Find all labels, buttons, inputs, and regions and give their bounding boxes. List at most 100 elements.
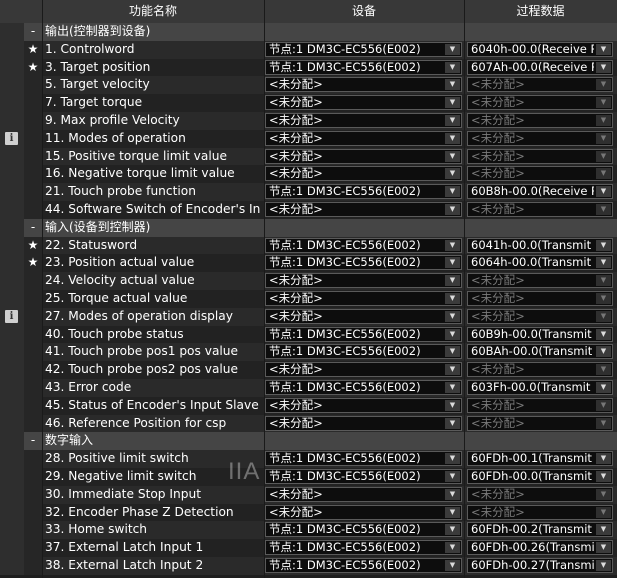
chevron-down-icon[interactable]: ▼: [596, 257, 611, 269]
process-data-select[interactable]: 60FDh-00.2(Transmit P ▼: [467, 522, 613, 538]
chevron-down-icon[interactable]: ▼: [445, 186, 460, 198]
mapping-row[interactable]: 40. Touch probe status 节点:1 DM3C-EC556(E0…: [0, 325, 617, 344]
chevron-down-icon[interactable]: ▼: [445, 204, 460, 215]
chevron-down-icon[interactable]: ▼: [596, 79, 611, 91]
chevron-down-icon[interactable]: ▼: [596, 186, 611, 198]
chevron-down-icon[interactable]: ▼: [445, 132, 460, 144]
chevron-down-icon[interactable]: ▼: [596, 293, 611, 304]
chevron-down-icon[interactable]: ▼: [445, 293, 460, 304]
device-select[interactable]: <未分配> ▼: [265, 397, 462, 413]
device-select[interactable]: <未分配> ▼: [265, 130, 462, 146]
device-select[interactable]: <未分配> ▼: [265, 148, 462, 164]
process-data-select[interactable]: 60FDh-00.26(Transmit ▼: [467, 540, 613, 556]
process-data-select[interactable]: <未分配> ▼: [467, 95, 613, 111]
mapping-row[interactable]: 21. Touch probe function 节点:1 DM3C-EC556(…: [0, 183, 617, 201]
device-select[interactable]: <未分配> ▼: [265, 77, 462, 93]
process-data-select[interactable]: <未分配> ▼: [467, 273, 613, 289]
chevron-down-icon[interactable]: ▼: [445, 168, 460, 180]
device-select[interactable]: <未分配> ▼: [265, 291, 462, 306]
chevron-down-icon[interactable]: ▼: [445, 417, 460, 429]
collapse-toggle-icon[interactable]: -: [24, 432, 42, 450]
group-header-row[interactable]: - 输入(设备到控制器): [0, 218, 617, 237]
device-select[interactable]: <未分配> ▼: [265, 504, 462, 520]
chevron-down-icon[interactable]: ▼: [596, 239, 611, 251]
device-select[interactable]: <未分配> ▼: [265, 166, 462, 182]
mapping-row[interactable]: 7. Target torque <未分配> ▼ <未分配> ▼: [0, 94, 617, 112]
device-select[interactable]: <未分配> ▼: [265, 486, 462, 502]
process-data-select[interactable]: <未分配> ▼: [467, 113, 613, 128]
chevron-down-icon[interactable]: ▼: [445, 453, 460, 465]
device-select[interactable]: 节点:1 DM3C-EC556(E002) ▼: [265, 451, 462, 467]
chevron-down-icon[interactable]: ▼: [596, 453, 611, 465]
mapping-row[interactable]: 9. Max profile Velocity <未分配> ▼ <未分配> ▼: [0, 112, 617, 130]
chevron-down-icon[interactable]: ▼: [596, 506, 611, 518]
chevron-down-icon[interactable]: ▼: [596, 417, 611, 429]
chevron-down-icon[interactable]: ▼: [596, 61, 611, 73]
device-select[interactable]: 节点:1 DM3C-EC556(E002) ▼: [265, 469, 462, 484]
mapping-row[interactable]: 24. Velocity actual value <未分配> ▼ <未分配> ▼: [0, 272, 617, 290]
process-data-select[interactable]: 60FDh-00.1(Transmit P ▼: [467, 451, 613, 467]
header-process-data[interactable]: 过程数据: [464, 0, 617, 23]
info-icon[interactable]: i: [5, 132, 18, 146]
mapping-row[interactable]: 37. External Latch Input 1 节点:1 DM3C-EC55…: [0, 539, 617, 557]
chevron-down-icon[interactable]: ▼: [596, 275, 611, 287]
chevron-down-icon[interactable]: ▼: [596, 346, 611, 358]
chevron-down-icon[interactable]: ▼: [445, 150, 460, 162]
collapse-toggle-icon[interactable]: -: [24, 23, 42, 41]
device-select[interactable]: 节点:1 DM3C-EC556(E002) ▼: [265, 558, 462, 573]
mapping-row[interactable]: 46. Reference Position for csp <未分配> ▼ <未分配…: [0, 414, 617, 433]
device-select[interactable]: 节点:1 DM3C-EC556(E002) ▼: [265, 326, 462, 342]
process-data-select[interactable]: <未分配> ▼: [467, 504, 613, 520]
device-select[interactable]: <未分配> ▼: [265, 415, 462, 431]
chevron-down-icon[interactable]: ▼: [596, 43, 611, 55]
chevron-down-icon[interactable]: ▼: [596, 560, 611, 571]
chevron-down-icon[interactable]: ▼: [445, 488, 460, 500]
mapping-row[interactable]: 43. Error code 节点:1 DM3C-EC556(E002) ▼ 603F…: [0, 379, 617, 397]
chevron-down-icon[interactable]: ▼: [445, 257, 460, 269]
chevron-down-icon[interactable]: ▼: [596, 488, 611, 500]
chevron-down-icon[interactable]: ▼: [445, 328, 460, 340]
group-header-row[interactable]: - 数字输入: [0, 432, 617, 451]
mapping-row[interactable]: ★ 1. Controlword 节点:1 DM3C-EC556(E002) ▼ 604…: [0, 40, 617, 59]
process-data-select[interactable]: 60FDh-00.0(Transmit P ▼: [467, 469, 613, 484]
chevron-down-icon[interactable]: ▼: [445, 275, 460, 287]
chevron-down-icon[interactable]: ▼: [596, 150, 611, 162]
device-select[interactable]: 节点:1 DM3C-EC556(E002) ▼: [265, 540, 462, 556]
process-data-select[interactable]: 6064h-00.0(Transmit P ▼: [467, 255, 613, 271]
process-data-select[interactable]: 60B9h-00.0(Transmit P ▼: [467, 326, 613, 342]
mapping-row[interactable]: 41. Touch probe pos1 pos value 节点:1 DM3C-…: [0, 343, 617, 362]
chevron-down-icon[interactable]: ▼: [445, 471, 460, 482]
process-data-select[interactable]: 60BAh-00.0(Transmit P ▼: [467, 344, 613, 360]
process-data-select[interactable]: <未分配> ▼: [467, 148, 613, 164]
process-data-select[interactable]: <未分配> ▼: [467, 130, 613, 146]
chevron-down-icon[interactable]: ▼: [445, 382, 460, 393]
device-select[interactable]: 节点:1 DM3C-EC556(E002) ▼: [265, 255, 462, 271]
process-data-select[interactable]: <未分配> ▼: [467, 77, 613, 93]
chevron-down-icon[interactable]: ▼: [596, 471, 611, 482]
process-data-select[interactable]: 6041h-00.0(Transmit P ▼: [467, 237, 613, 253]
chevron-down-icon[interactable]: ▼: [445, 506, 460, 518]
mapping-row[interactable]: 16. Negative torque limit value <未分配> ▼ <未分…: [0, 165, 617, 184]
chevron-down-icon[interactable]: ▼: [445, 79, 460, 91]
device-select[interactable]: <未分配> ▼: [265, 273, 462, 289]
chevron-down-icon[interactable]: ▼: [445, 43, 460, 55]
process-data-select[interactable]: <未分配> ▼: [467, 166, 613, 182]
process-data-select[interactable]: <未分配> ▼: [467, 362, 613, 378]
info-icon[interactable]: i: [5, 310, 18, 324]
process-data-select[interactable]: <未分配> ▼: [467, 291, 613, 306]
device-select[interactable]: <未分配> ▼: [265, 113, 462, 128]
device-select[interactable]: <未分配> ▼: [265, 308, 462, 324]
process-data-select[interactable]: 603Fh-00.0(Transmit P ▼: [467, 380, 613, 395]
process-data-select[interactable]: 60FDh-00.27(Transmit ▼: [467, 558, 613, 573]
mapping-row[interactable]: ★ 23. Position actual value 节点:1 DM3C-EC55…: [0, 254, 617, 273]
chevron-down-icon[interactable]: ▼: [596, 132, 611, 144]
device-select[interactable]: 节点:1 DM3C-EC556(E002) ▼: [265, 41, 462, 57]
chevron-down-icon[interactable]: ▼: [445, 524, 460, 536]
chevron-down-icon[interactable]: ▼: [445, 560, 460, 571]
mapping-row[interactable]: 45. Status of Encoder's Input Slave <未分配>…: [0, 396, 617, 415]
chevron-down-icon[interactable]: ▼: [596, 97, 611, 109]
process-data-select[interactable]: 60B8h-00.0(Receive PDO▼: [467, 184, 613, 200]
header-device[interactable]: 设备: [264, 0, 465, 23]
device-select[interactable]: <未分配> ▼: [265, 202, 462, 217]
chevron-down-icon[interactable]: ▼: [596, 524, 611, 536]
